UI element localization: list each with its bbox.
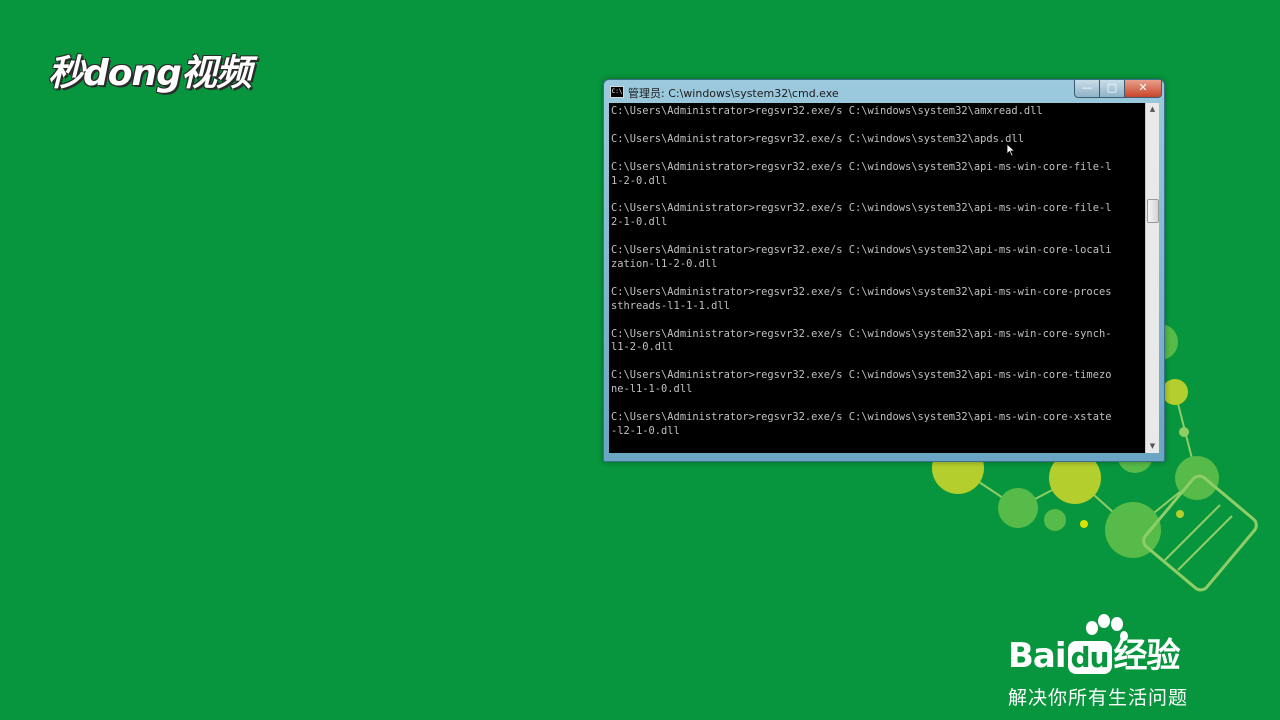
cmd-window[interactable]: C:\ 管理员: C:\windows\system32\cmd.exe — □… — [603, 79, 1165, 462]
console-line: l1-2-0.dll — [611, 341, 674, 354]
console-line: C:\Users\Administrator>regsvr32.exe/s C:… — [611, 160, 1112, 173]
brand-tagline: 解决你所有生活问题 — [1008, 687, 1189, 709]
window-title: 管理员: C:\windows\system32\cmd.exe — [628, 87, 839, 100]
close-button[interactable]: ✕ — [1124, 80, 1162, 98]
maximize-button[interactable]: □ — [1099, 80, 1125, 98]
scroll-thumb[interactable] — [1147, 199, 1159, 223]
console-line: ne-l1-1-0.dll — [611, 383, 693, 396]
cmd-icon[interactable]: C:\ — [610, 86, 624, 98]
console-line: C:\Users\Administrator>regsvr32.exe/s C:… — [611, 285, 1112, 298]
scroll-up-icon[interactable]: ▲ — [1146, 103, 1159, 116]
title-bar[interactable]: C:\ 管理员: C:\windows\system32\cmd.exe — □… — [604, 80, 1164, 102]
console-line: C:\Users\Administrator>regsvr32.exe/s C:… — [611, 105, 1043, 117]
mouse-cursor-icon — [1006, 143, 1016, 157]
console-line: sthreads-l1-1-1.dll — [611, 299, 730, 312]
console-output[interactable]: C:\Users\Administrator>regsvr32.exe/s C:… — [609, 103, 1145, 453]
console-line: C:\Users\Administrator>regsvr32.exe/s C:… — [611, 202, 1112, 215]
scroll-down-icon[interactable]: ▼ — [1146, 440, 1159, 453]
minimize-button[interactable]: — — [1074, 80, 1100, 98]
console-line: C:\Users\Administrator>regsvr32.exe/s C:… — [611, 327, 1112, 340]
console-line: C:\Users\Administrator>regsvr32.exe/s C:… — [611, 369, 1112, 382]
miaodong-logo: 秒dong视频 — [48, 44, 252, 96]
brand-prefix: Bai — [1008, 636, 1067, 676]
console-line: -l2-1-0.dll — [611, 424, 680, 437]
vertical-scrollbar[interactable]: ▲ ▼ — [1145, 103, 1159, 453]
logo-text: 秒dong视频 — [48, 53, 252, 94]
console-line: 2-1-0.dll — [611, 216, 668, 229]
console-text: C:\Users\Administrator>regsvr32.exe/s C:… — [609, 103, 1145, 439]
baidu-jingyan-logo: Bai du 经验 解决你所有生活问题 — [1008, 614, 1218, 710]
console-line: C:\Users\Administrator>regsvr32.exe/s C:… — [611, 132, 1024, 145]
console-line: zation-l1-2-0.dll — [611, 257, 718, 270]
paw-icon — [1086, 614, 1128, 641]
console-line: C:\Users\Administrator>regsvr32.exe/s C:… — [611, 410, 1112, 423]
console-line: C:\Users\Administrator>regsvr32.exe/s C:… — [611, 244, 1112, 257]
console-line: 1-2-0.dll — [611, 174, 668, 187]
